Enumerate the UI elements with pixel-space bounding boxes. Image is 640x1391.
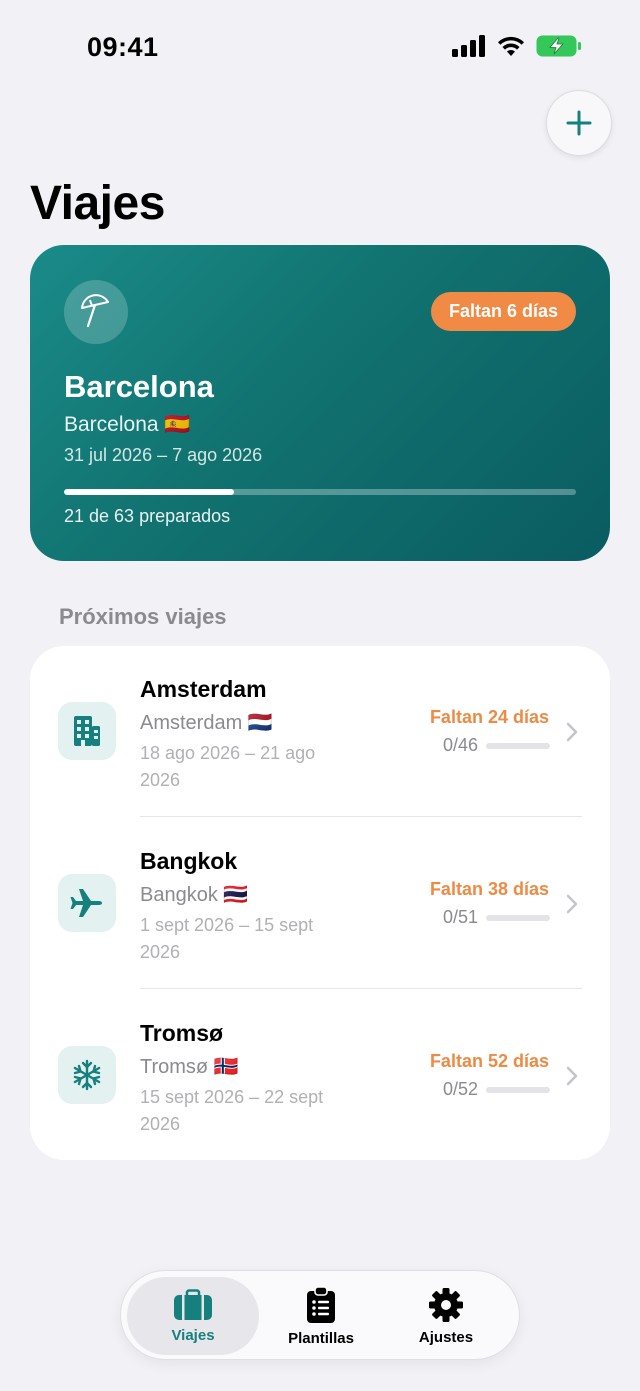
upcoming-trips-list: Amsterdam Amsterdam 🇳🇱 18 ago 2026 – 21 … [30, 646, 610, 1160]
chevron-right-icon [566, 1066, 578, 1086]
trip-progress-bar [486, 915, 550, 921]
trip-progress-bar [486, 743, 550, 749]
tab-label: Ajustes [418, 1328, 474, 1346]
hero-icon-circle [64, 280, 128, 344]
trip-dates: 15 sept 2026 – 22 sept 2026 [140, 1087, 324, 1134]
snowflake-icon [73, 1059, 101, 1091]
tab-ajustes[interactable]: Ajustes [380, 1277, 512, 1355]
trip-title: Barcelona [64, 369, 214, 404]
trip-icon-box [58, 702, 116, 760]
trip-progress-bar [486, 1087, 550, 1093]
trip-dates: 1 sept 2026 – 15 sept 2026 [140, 915, 314, 962]
trip-name: Bangkok [140, 848, 238, 874]
suitcase-icon [174, 1288, 212, 1320]
page-title: Viajes [30, 177, 165, 230]
trip-row-tromso[interactable]: Tromsø Tromsø 🇳🇴 15 sept 2026 – 22 sept … [30, 990, 610, 1162]
tab-viajes[interactable]: Viajes [127, 1277, 259, 1355]
packing-progress-text: 21 de 63 preparados [64, 506, 231, 526]
chevron-right-icon [566, 722, 578, 742]
building-icon [74, 716, 100, 746]
trip-row-amsterdam[interactable]: Amsterdam Amsterdam 🇳🇱 18 ago 2026 – 21 … [30, 646, 610, 818]
tab-label: Viajes [171, 1326, 215, 1344]
trip-name: Amsterdam [140, 676, 267, 702]
trip-destination: Tromsø 🇳🇴 [140, 1056, 239, 1078]
plus-icon [566, 110, 592, 136]
trip-icon-box [58, 1046, 116, 1104]
countdown-badge: Faltan 6 días [430, 292, 576, 331]
tab-plantillas[interactable]: Plantillas [255, 1277, 387, 1355]
packing-progress-bar [64, 489, 576, 495]
trip-countdown: Faltan 24 días [429, 707, 549, 727]
featured-trip-card[interactable]: Faltan 6 días Barcelona Barcelona 🇪🇸 31 … [30, 245, 610, 561]
trip-packed-count: 0/52 [442, 1079, 478, 1099]
packing-progress-fill [64, 489, 235, 495]
trip-destination: Barcelona 🇪🇸 [64, 413, 191, 436]
tab-label: Plantillas [288, 1329, 354, 1347]
trip-name: Tromsø [140, 1020, 224, 1046]
trip-packed-count: 0/51 [442, 907, 478, 927]
trip-row-bangkok[interactable]: Bangkok Bangkok 🇹🇭 1 sept 2026 – 15 sept… [30, 818, 610, 990]
chevron-right-icon [566, 894, 578, 914]
status-time: 09:41 [87, 32, 159, 62]
cellular-signal-icon [452, 35, 485, 57]
trip-packed-count: 0/46 [442, 735, 478, 755]
trip-dates: 31 jul 2026 – 7 ago 2026 [64, 445, 263, 465]
airplane-icon [70, 889, 102, 917]
tab-bar: Viajes Plantillas Ajustes [120, 1270, 520, 1360]
wifi-icon [498, 36, 524, 56]
trip-destination: Amsterdam 🇳🇱 [140, 712, 273, 734]
trip-countdown: Faltan 52 días [429, 1051, 549, 1071]
row-divider [140, 816, 582, 817]
gear-icon [429, 1287, 463, 1322]
trip-dates: 18 ago 2026 – 21 ago 2026 [140, 743, 316, 790]
clipboard-list-icon [307, 1285, 335, 1323]
battery-charging-icon [536, 35, 581, 57]
section-header-upcoming: Próximos viajes [59, 604, 227, 629]
add-trip-button[interactable] [546, 90, 612, 156]
row-divider [140, 988, 582, 989]
trip-icon-box [58, 874, 116, 932]
status-bar: 09:41 [0, 0, 640, 96]
status-icons [452, 34, 582, 58]
trip-countdown: Faltan 38 días [429, 879, 549, 899]
trip-destination: Bangkok 🇹🇭 [140, 884, 249, 906]
beach-umbrella-icon [81, 294, 109, 328]
